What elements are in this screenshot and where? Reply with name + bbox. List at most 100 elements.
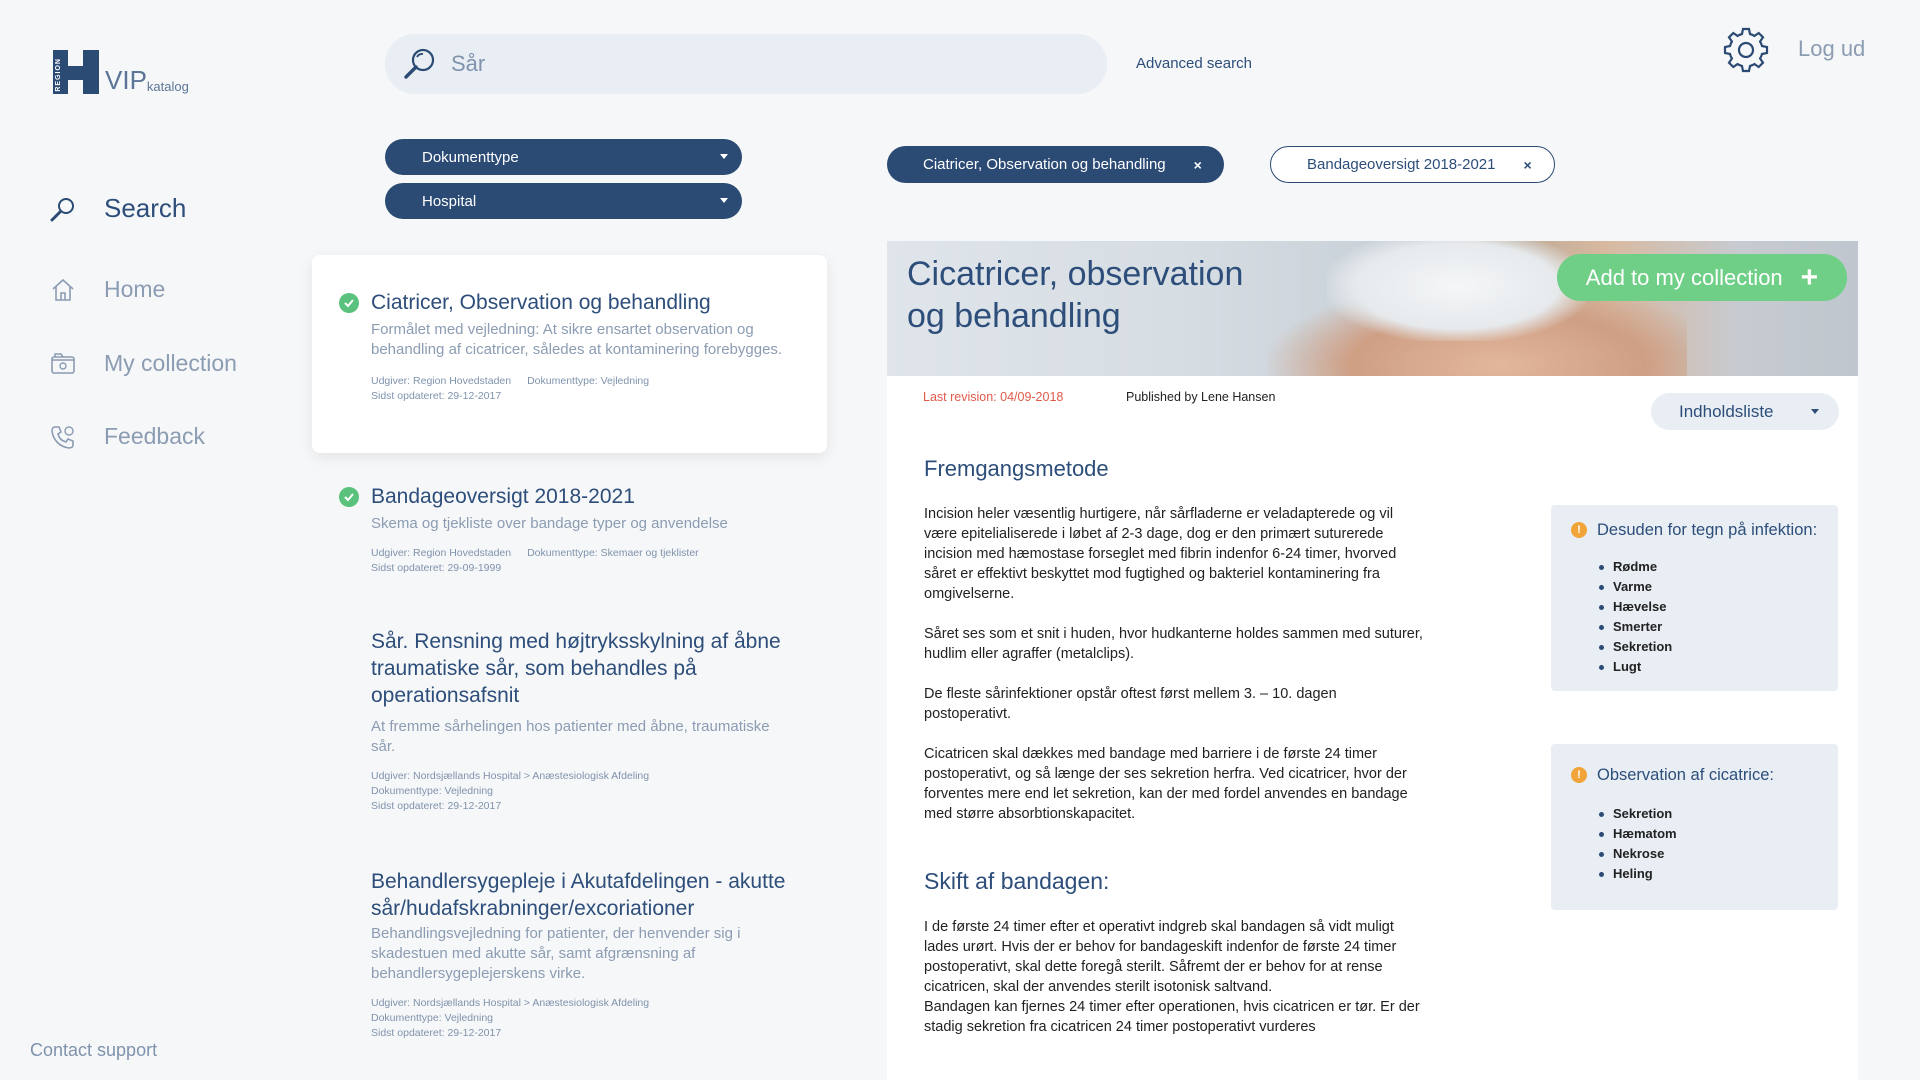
logout-link[interactable]: Log ud xyxy=(1798,36,1865,62)
search-bar[interactable] xyxy=(385,34,1107,94)
result-meta: Udgiver: Nordsjællands Hospital > Anæste… xyxy=(371,996,797,1041)
chevron-down-icon xyxy=(720,198,728,203)
add-to-collection-button[interactable]: Add to my collection + xyxy=(1557,254,1847,301)
infobox-list: Sekretion Hæmatom Nekrose Heling xyxy=(1571,804,1818,884)
logo-subtext: katalog xyxy=(146,79,189,94)
result-doctype: Dokumenttype: Skemaer og tjeklister xyxy=(527,547,699,559)
list-item: Nekrose xyxy=(1599,844,1818,864)
list-item: Hæmatom xyxy=(1599,824,1818,844)
article-panel: Cicatricer, observation og behandling Ad… xyxy=(887,241,1858,1080)
result-updated: Sidst opdateret: 29-12-2017 xyxy=(371,1027,502,1039)
home-icon xyxy=(50,277,76,303)
paragraph: Såret ses som et snit i huden, hvor hudk… xyxy=(924,626,1423,662)
check-icon xyxy=(339,293,359,313)
sidebar-item-label: Feedback xyxy=(104,423,206,449)
result-updated: Sidst opdateret: 29-12-2017 xyxy=(371,390,502,402)
last-revision: Last revision: 04/09-2018 xyxy=(923,390,1064,404)
filter-dokumenttype[interactable]: Dokumenttype xyxy=(385,139,742,175)
warning-icon: ! xyxy=(1571,522,1587,538)
advanced-search-link[interactable]: Advanced search xyxy=(1136,55,1252,72)
selected-tag[interactable]: Bandageoversigt 2018-2021 × xyxy=(1270,146,1555,183)
result-description: Formålet med vejledning: At sikre ensart… xyxy=(371,321,783,358)
infobox-title: Desuden for tegn på infektion: xyxy=(1597,521,1818,539)
logo-mark-text: REGION xyxy=(55,58,62,92)
result-publisher: Udgiver: Region Hovedstaden xyxy=(371,375,512,387)
result-meta: Udgiver: Region Hovedstaden Dokumenttype:… xyxy=(371,546,797,576)
check-icon xyxy=(339,487,359,507)
search-icon xyxy=(404,48,435,79)
observation-box: ! Observation af cicatrice: Sekretion Hæ… xyxy=(1551,744,1838,910)
bandage-image xyxy=(1327,241,1587,341)
list-item: Lugt xyxy=(1599,657,1818,677)
section-heading: Fremgangsmetode xyxy=(924,456,1109,481)
contact-support-link[interactable]: Contact support xyxy=(30,1040,157,1061)
sidebar-item-my-collection[interactable]: My collection xyxy=(50,350,237,377)
article-hero-image: Cicatricer, observation og behandling Ad… xyxy=(887,241,1858,376)
result-description: Behandlingsvejledning for patienter, der… xyxy=(371,925,741,982)
tag-label: Bandageoversigt 2018-2021 xyxy=(1307,156,1496,173)
result-title[interactable]: Ciatricer, Observation og behandling xyxy=(371,289,797,316)
result-publisher: Udgiver: Region Hovedstaden xyxy=(371,547,512,559)
result-publisher: Udgiver: Nordsjællands Hospital > Anæste… xyxy=(371,770,650,782)
list-item: Rødme xyxy=(1599,557,1818,577)
gear-icon[interactable] xyxy=(1722,26,1770,74)
infection-signs-box: ! Desuden for tegn på infektion: Rødme V… xyxy=(1551,505,1838,691)
filter-label: Dokumenttype xyxy=(422,148,519,166)
result-item[interactable]: Behandlersygepleje i Akutafdelingen - ak… xyxy=(312,868,827,1041)
article-body: Fremgangsmetode Incision heler væsentlig… xyxy=(924,456,1424,1037)
result-doctype: Dokumenttype: Vejledning xyxy=(371,785,493,797)
paragraph: Bandagen kan fjernes 24 timer efter oper… xyxy=(924,999,1420,1035)
result-updated: Sidst opdateret: 29-12-2017 xyxy=(371,800,502,812)
result-item[interactable]: Ciatricer, Observation og behandling For… xyxy=(312,255,827,453)
region-h-logo-icon: REGION xyxy=(53,50,99,94)
sidebar-item-label: Search xyxy=(104,193,187,223)
published-by: Published by Lene Hansen xyxy=(1126,390,1276,404)
add-to-collection-label: Add to my collection xyxy=(1585,264,1783,290)
result-title[interactable]: Behandlersygepleje i Akutafdelingen - ak… xyxy=(371,868,797,922)
result-publisher: Udgiver: Nordsjællands Hospital > Anæste… xyxy=(371,997,650,1009)
chevron-down-icon xyxy=(720,154,728,159)
article-title: Cicatricer, observation og behandling xyxy=(907,255,1244,335)
result-item[interactable]: Bandageoversigt 2018-2021 Skema og tjekl… xyxy=(312,483,827,593)
collection-icon xyxy=(50,351,76,377)
filter-hospital[interactable]: Hospital xyxy=(385,183,742,219)
search-input[interactable] xyxy=(451,51,1051,77)
list-item: Heling xyxy=(1599,864,1818,884)
paragraph: De fleste sårinfektioner opstår oftest f… xyxy=(924,686,1337,722)
section-heading: Skift af bandagen: xyxy=(924,868,1110,894)
result-description: At fremme sårhelingen hos patienter med … xyxy=(371,718,770,755)
sidebar-item-home[interactable]: Home xyxy=(50,276,165,303)
selected-tag[interactable]: Ciatricer, Observation og behandling × xyxy=(887,146,1224,183)
search-icon xyxy=(50,196,76,222)
paragraph: Cicatricen skal dækkes med bandage med b… xyxy=(924,746,1408,822)
sidebar-item-search[interactable]: Search xyxy=(50,193,186,224)
phone-icon xyxy=(50,424,76,450)
result-meta: Udgiver: Nordsjællands Hospital > Anæste… xyxy=(371,769,797,814)
filter-label: Hospital xyxy=(422,192,477,210)
list-item: Sekretion xyxy=(1599,804,1818,824)
result-doctype: Dokumenttype: Vejledning xyxy=(371,1012,493,1024)
result-title[interactable]: Sår. Rensning med højtryksskylning af åb… xyxy=(371,628,797,709)
list-item: Sekretion xyxy=(1599,637,1818,657)
logo-text: VIP xyxy=(105,65,147,95)
paragraph: I de første 24 timer efter et operativt … xyxy=(924,919,1397,995)
paragraph: Incision heler væsentlig hurtigere, når … xyxy=(924,506,1397,602)
infobox-list: Rødme Varme Hævelse Smerter Sekretion Lu… xyxy=(1571,557,1818,677)
sidebar-item-feedback[interactable]: Feedback xyxy=(50,423,205,450)
plus-icon: + xyxy=(1800,260,1819,294)
list-item: Smerter xyxy=(1599,617,1818,637)
result-meta: Udgiver: Region Hovedstaden Dokumenttype:… xyxy=(371,374,797,404)
chevron-down-icon xyxy=(1811,409,1819,414)
warning-icon: ! xyxy=(1571,767,1587,783)
close-icon[interactable]: × xyxy=(1194,157,1202,173)
list-item: Varme xyxy=(1599,577,1818,597)
logo[interactable]: REGION VIP katalog xyxy=(53,50,189,94)
sidebar-item-label: My collection xyxy=(104,350,237,376)
result-item[interactable]: Sår. Rensning med højtryksskylning af åb… xyxy=(312,628,827,848)
toc-label: Indholdsliste xyxy=(1679,401,1774,421)
result-title[interactable]: Bandageoversigt 2018-2021 xyxy=(371,483,797,510)
result-updated: Sidst opdateret: 29-09-1999 xyxy=(371,562,502,574)
close-icon[interactable]: × xyxy=(1523,157,1531,173)
results-list: Ciatricer, Observation og behandling For… xyxy=(312,255,827,1041)
table-of-contents-dropdown[interactable]: Indholdsliste xyxy=(1651,393,1839,430)
